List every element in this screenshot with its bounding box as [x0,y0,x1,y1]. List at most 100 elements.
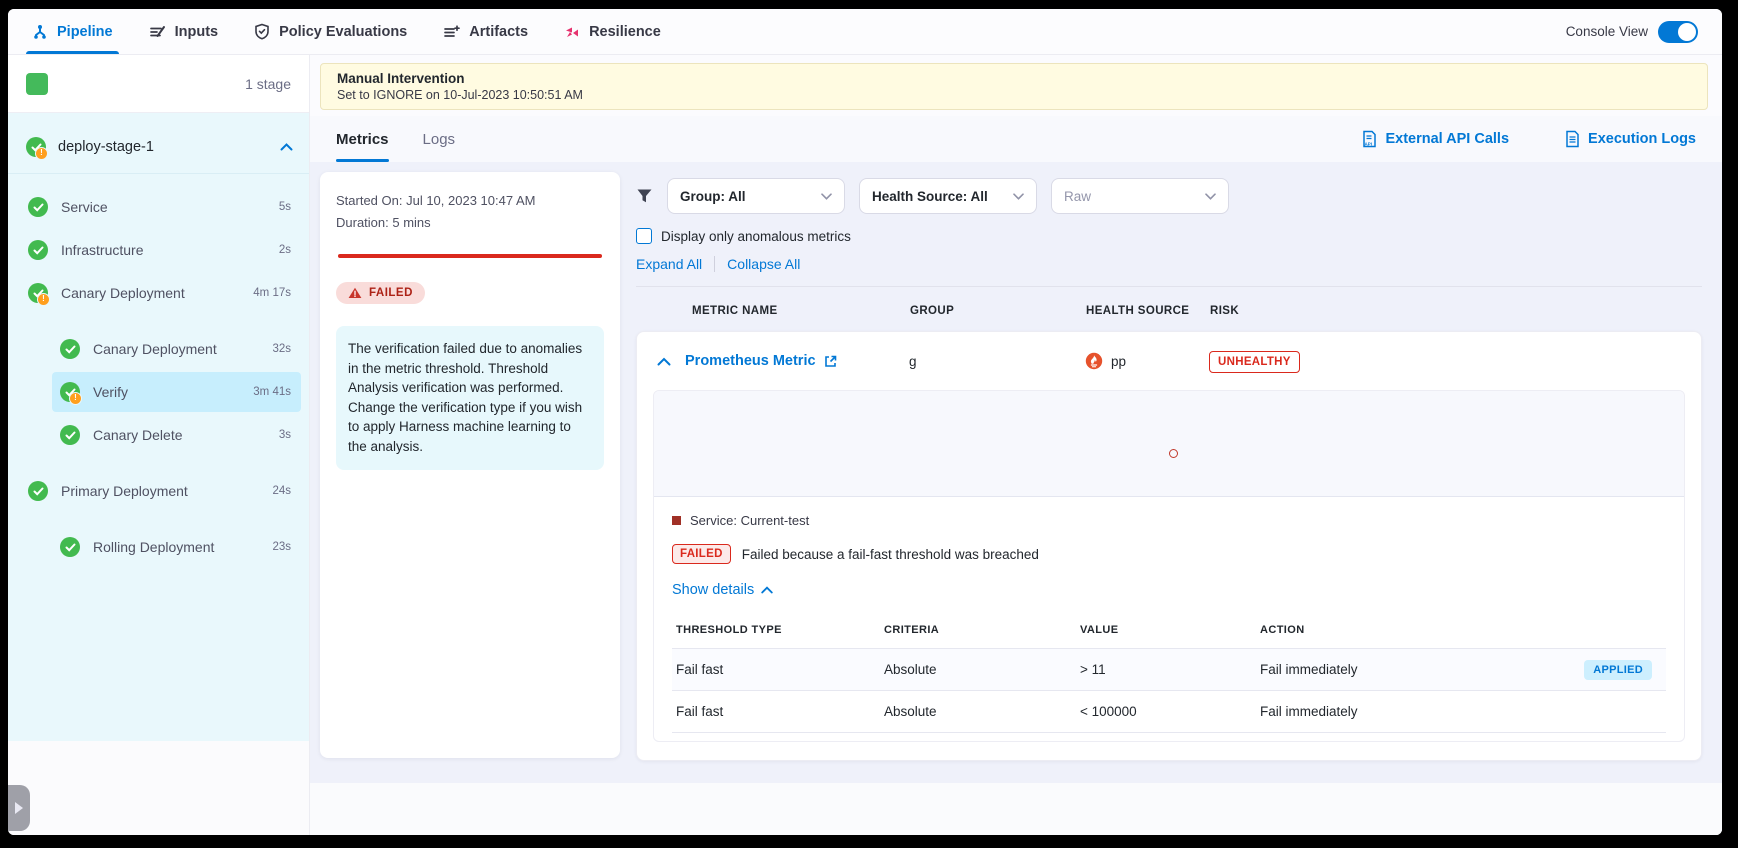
external-api-calls-label: External API Calls [1385,131,1509,147]
sidebar-footer [8,741,309,835]
step-canary-delete[interactable]: Canary Delete 3s [52,415,301,455]
action-label: Fail immediately [1260,704,1358,719]
stage-name: deploy-stage-1 [58,139,154,155]
step-duration: 23s [272,541,291,553]
anomalous-metrics-checkbox[interactable] [636,228,652,244]
resilience-chaos-icon [564,24,580,40]
metric-row-prometheus[interactable]: Prometheus Metric g pp [637,332,1701,390]
verification-message: The verification failed due to anomalies… [336,326,604,469]
console-view-label: Console View [1566,24,1648,39]
progress-bar-failed [338,254,602,258]
step-duration: 3s [279,429,291,441]
step-label: Primary Deployment [61,483,188,499]
warning-check-icon [28,283,48,303]
metric-name-link[interactable]: Prometheus Metric [685,353,816,369]
threshold-table: THRESHOLD TYPE CRITERIA VALUE ACTION Fai… [672,614,1666,733]
chevron-down-icon [1205,193,1216,200]
step-duration: 3m 41s [253,386,291,398]
group-filter-select[interactable]: Group: All [667,178,845,214]
expand-collapse-row: Expand All Collapse All [636,256,1702,272]
metric-name-cell: Prometheus Metric [685,353,909,369]
legend-swatch [672,516,681,525]
console-view-toggle[interactable] [1658,21,1698,43]
top-navigation: Pipeline Inputs Policy Evaluations Artif… [8,9,1722,55]
success-check-icon [60,339,80,359]
criteria-cell: Absolute [884,704,1080,719]
header-threshold-type: THRESHOLD TYPE [676,624,884,636]
api-document-icon: API [1361,130,1377,148]
step-label: Canary Deployment [93,341,217,357]
tab-logs[interactable]: Logs [423,116,456,162]
step-duration: 24s [272,485,291,497]
chart-legend: Service: Current-test [672,513,1666,528]
metric-timeline-chart[interactable] [654,391,1684,497]
step-duration: 32s [272,343,291,355]
log-links: API External API Calls Execution Logs [1361,130,1696,148]
tab-inputs-label: Inputs [175,24,219,40]
criteria-cell: Absolute [884,662,1080,677]
failure-reason-row: FAILED Failed because a fail-fast thresh… [672,544,1666,564]
action-cell: Fail immediately APPLIED [1260,660,1666,680]
action-cell: Fail immediately [1260,704,1666,719]
metric-detail-body: Service: Current-test FAILED Failed beca… [654,497,1684,741]
raw-filter-placeholder: Raw [1064,189,1091,204]
tab-inputs[interactable]: Inputs [149,9,219,54]
raw-filter-select[interactable]: Raw [1051,178,1229,214]
step-label: Canary Delete [93,427,183,443]
execution-logs-link[interactable]: Execution Logs [1565,130,1696,148]
step-canary-deployment-group[interactable]: Canary Deployment 4m 17s [20,273,301,313]
health-source-filter-select[interactable]: Health Source: All [859,178,1037,214]
main-footer [310,783,1722,835]
detail-tabs-row: Metrics Logs API External API Calls Exec… [310,116,1722,162]
metric-group-cell: g [909,354,1085,369]
step-label: Canary Deployment [61,285,185,301]
step-rolling-deployment[interactable]: Rolling Deployment 23s [52,527,301,567]
threshold-table-header: THRESHOLD TYPE CRITERIA VALUE ACTION [672,614,1666,649]
step-label: Rolling Deployment [93,539,214,555]
tab-pipeline[interactable]: Pipeline [32,9,113,54]
tab-resilience[interactable]: Resilience [564,9,661,54]
step-duration: 5s [279,201,291,213]
filter-row: Group: All Health Source: All Raw [636,172,1702,214]
toggle-knob [1678,23,1696,41]
step-verify[interactable]: Verify 3m 41s [52,372,301,412]
value-cell: > 11 [1080,662,1260,677]
external-api-calls-link[interactable]: API External API Calls [1361,130,1509,148]
stage-warning-check-icon [26,137,46,157]
show-details-link[interactable]: Show details [672,582,1666,598]
step-primary-deployment[interactable]: Primary Deployment 24s [20,471,301,511]
risk-cell: UNHEALTHY [1209,352,1300,370]
tab-artifacts[interactable]: Artifacts [443,9,528,54]
stage-header-deploy-stage-1[interactable]: deploy-stage-1 [8,119,309,174]
step-canary-deployment[interactable]: Canary Deployment 32s [52,329,301,369]
execution-sidebar: 1 stage deploy-stage-1 Service [8,55,310,835]
tab-artifacts-label: Artifacts [469,24,528,40]
pipeline-icon [32,24,48,40]
collapse-chevron-up-icon[interactable] [657,357,671,366]
expand-all-link[interactable]: Expand All [636,256,702,272]
step-service[interactable]: Service 5s [20,187,301,227]
duration: Duration: 5 mins [336,212,604,234]
step-infrastructure[interactable]: Infrastructure 2s [20,230,301,270]
tab-metrics[interactable]: Metrics [336,116,389,162]
external-link-icon[interactable] [824,355,837,368]
tab-policy-evaluations-label: Policy Evaluations [279,24,407,40]
verification-summary-card: Started On: Jul 10, 2023 10:47 AM Durati… [320,172,620,758]
stage-count: 1 stage [245,76,291,92]
success-check-icon [28,240,48,260]
filter-funnel-icon[interactable] [636,188,653,204]
metric-health-source-cell: pp [1085,352,1209,370]
header-action: ACTION [1260,624,1666,636]
health-source-filter-value: Health Source: All [872,189,988,204]
step-duration: 2s [279,244,291,256]
metric-card: Prometheus Metric g pp [636,331,1702,761]
action-label: Fail immediately [1260,662,1358,677]
document-icon [1565,130,1580,148]
collapse-all-link[interactable]: Collapse All [727,256,800,272]
anomalous-data-point[interactable] [1169,449,1178,458]
banner-subtitle: Set to IGNORE on 10-Jul-2023 10:50:51 AM [337,88,1691,102]
chevron-up-icon[interactable] [280,143,293,151]
sidebar-collapse-handle[interactable] [8,785,30,831]
tab-policy-evaluations[interactable]: Policy Evaluations [254,9,407,54]
failed-status-label: FAILED [369,287,413,299]
